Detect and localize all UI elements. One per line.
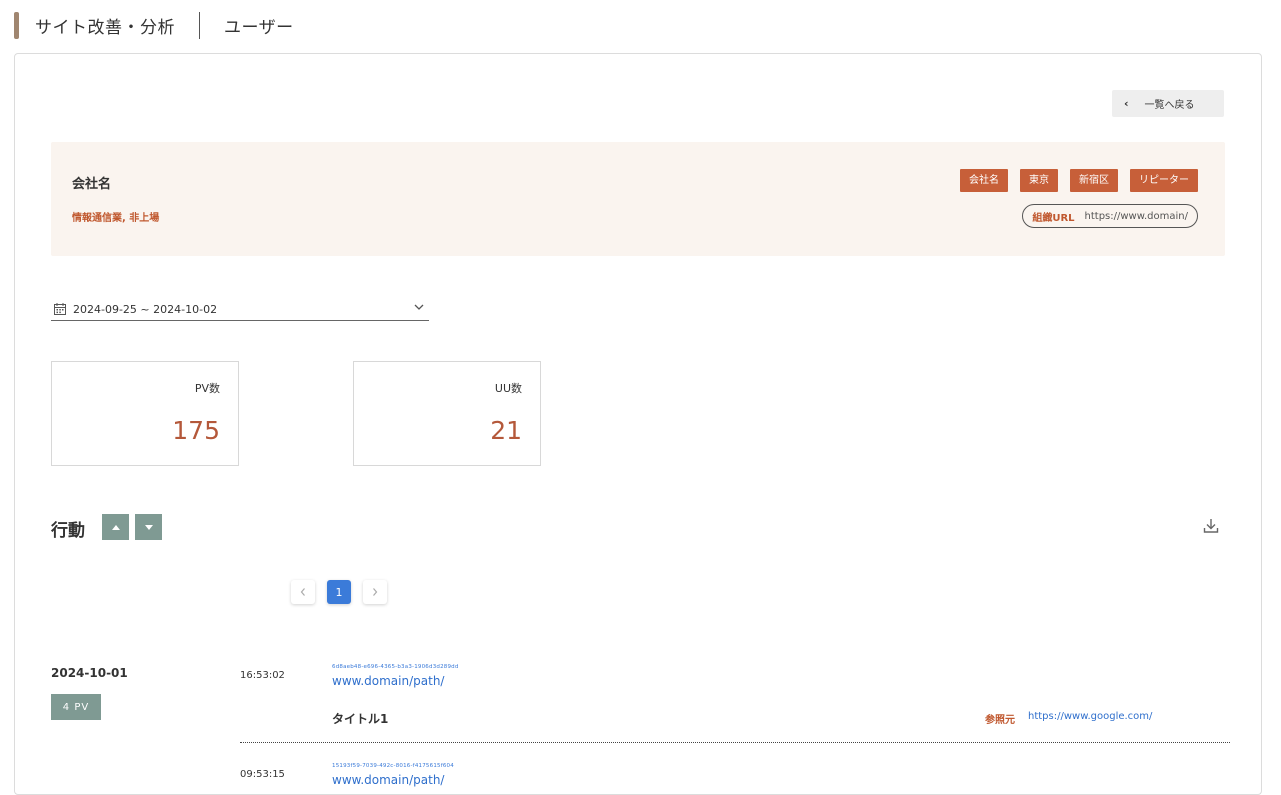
- chevron-left-icon: ‹: [1124, 97, 1129, 110]
- event-time: 16:53:02: [240, 670, 285, 681]
- event-time: 09:53:15: [240, 769, 285, 780]
- download-icon[interactable]: [1202, 517, 1220, 535]
- uu-value: 21: [490, 416, 522, 445]
- chevron-right-icon: [373, 588, 378, 596]
- sort-descending-button[interactable]: [135, 514, 162, 540]
- tag-repeater: リピーター: [1130, 169, 1198, 192]
- pv-label: PV数: [194, 382, 220, 395]
- tag-company-name: 会社名: [960, 169, 1008, 192]
- org-url-chip[interactable]: 組織URL https://www.domain/: [1022, 204, 1198, 228]
- event-uuid: 15193f59-7039-492c-8016-f4175615f604: [332, 763, 454, 769]
- event-url-link[interactable]: www.domain/path/: [332, 773, 444, 787]
- page-subtitle: ユーザー: [224, 17, 294, 38]
- main-card: ‹ 一覧へ戻る 会社名 情報通信業, 非上場 会社名 東京 新宿区 リピーター …: [14, 53, 1262, 795]
- referrer-label: 参照元: [985, 715, 1015, 726]
- activity-title: 行動: [51, 521, 85, 541]
- page-header: サイト改善・分析 ユーザー: [14, 11, 294, 39]
- tag-shinjuku: 新宿区: [1070, 169, 1118, 192]
- pagination-next-button[interactable]: [363, 580, 387, 604]
- uu-label: UU数: [494, 382, 522, 395]
- pagination-page-button[interactable]: 1: [327, 580, 351, 604]
- chevron-down-icon: [414, 304, 424, 310]
- back-button-label: 一覧へ戻る: [1144, 100, 1195, 111]
- event-divider: [240, 742, 1230, 743]
- event-url-link[interactable]: www.domain/path/: [332, 674, 444, 688]
- back-to-list-button[interactable]: ‹ 一覧へ戻る: [1112, 90, 1224, 117]
- uu-stat-card: UU数 21: [353, 361, 541, 466]
- sort-ascending-button[interactable]: [102, 514, 129, 540]
- page-title: サイト改善・分析: [35, 17, 175, 38]
- company-name: 会社名: [72, 177, 112, 192]
- calendar-icon: [54, 303, 66, 315]
- company-industry: 情報通信業, 非上場: [72, 213, 160, 224]
- date-range-picker[interactable]: 2024-09-25 ~ 2024-10-02: [51, 298, 429, 321]
- day-pv-badge: 4 PV: [51, 694, 101, 720]
- caret-down-icon: [144, 524, 153, 530]
- org-url-label: 組織URL: [1032, 212, 1075, 224]
- activity-day-date: 2024-10-01: [51, 666, 128, 680]
- company-panel: 会社名 情報通信業, 非上場 会社名 東京 新宿区 リピーター 組織URL ht…: [51, 142, 1225, 256]
- event-uuid: 6d8aeb48-e696-4365-b3a3-1906d3d289dd: [332, 664, 459, 670]
- referrer-link[interactable]: https://www.google.com/: [1028, 711, 1152, 722]
- chevron-left-icon: [300, 588, 305, 596]
- event-page-title: タイトル1: [332, 712, 389, 726]
- caret-up-icon: [111, 524, 120, 530]
- header-accent-bar: [14, 11, 19, 39]
- header-separator: [199, 11, 200, 39]
- date-range-value: 2024-09-25 ~ 2024-10-02: [73, 302, 218, 316]
- pv-value: 175: [172, 416, 220, 445]
- company-tags: 会社名 東京 新宿区 リピーター: [960, 169, 1198, 192]
- org-url-value: https://www.domain/: [1084, 210, 1188, 222]
- pv-stat-card: PV数 175: [51, 361, 239, 466]
- tag-tokyo: 東京: [1020, 169, 1058, 192]
- pagination-prev-button[interactable]: [291, 580, 315, 604]
